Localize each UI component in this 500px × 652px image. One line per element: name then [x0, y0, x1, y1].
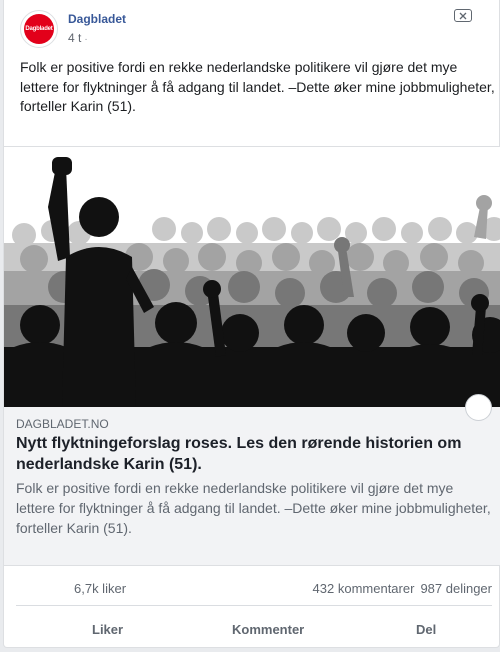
crowd-silhouette-illustration [4, 157, 500, 408]
timestamp-text: 4 t [68, 31, 82, 45]
link-preview[interactable]: DAGBLADET.NO Nytt flyktningeforslag rose… [4, 394, 500, 566]
dagbladet-logo: Dagbladet [24, 14, 54, 44]
comment-button[interactable]: Kommenter [232, 622, 304, 637]
likes-count[interactable]: 6,7k liker [74, 581, 126, 596]
link-domain: DAGBLADET.NO [16, 417, 109, 431]
page-name-link[interactable]: Dagbladet [68, 12, 126, 26]
close-icon [459, 12, 467, 19]
link-image[interactable] [4, 146, 500, 408]
post-text: Folk er positive fordi en rekke nederlan… [20, 59, 495, 114]
timestamp-separator: · [84, 34, 88, 45]
page-avatar[interactable]: Dagbladet [20, 10, 58, 48]
share-button[interactable]: Del [416, 622, 436, 637]
link-title[interactable]: Nytt flyktningeforslag roses. Les den rø… [16, 434, 486, 475]
actions-divider [16, 605, 492, 606]
shares-count[interactable]: 987 delinger [420, 581, 492, 596]
link-options-button[interactable] [465, 394, 492, 421]
engagement-stats: 432 kommentarer 987 delinger [313, 581, 492, 596]
comments-count[interactable]: 432 kommentarer [313, 581, 415, 596]
post-timestamp[interactable]: 4 t · [68, 31, 88, 45]
link-description: Folk er positive fordi en rekke nederlan… [16, 480, 491, 536]
hide-post-button[interactable] [454, 9, 472, 22]
like-button[interactable]: Liker [92, 622, 123, 637]
